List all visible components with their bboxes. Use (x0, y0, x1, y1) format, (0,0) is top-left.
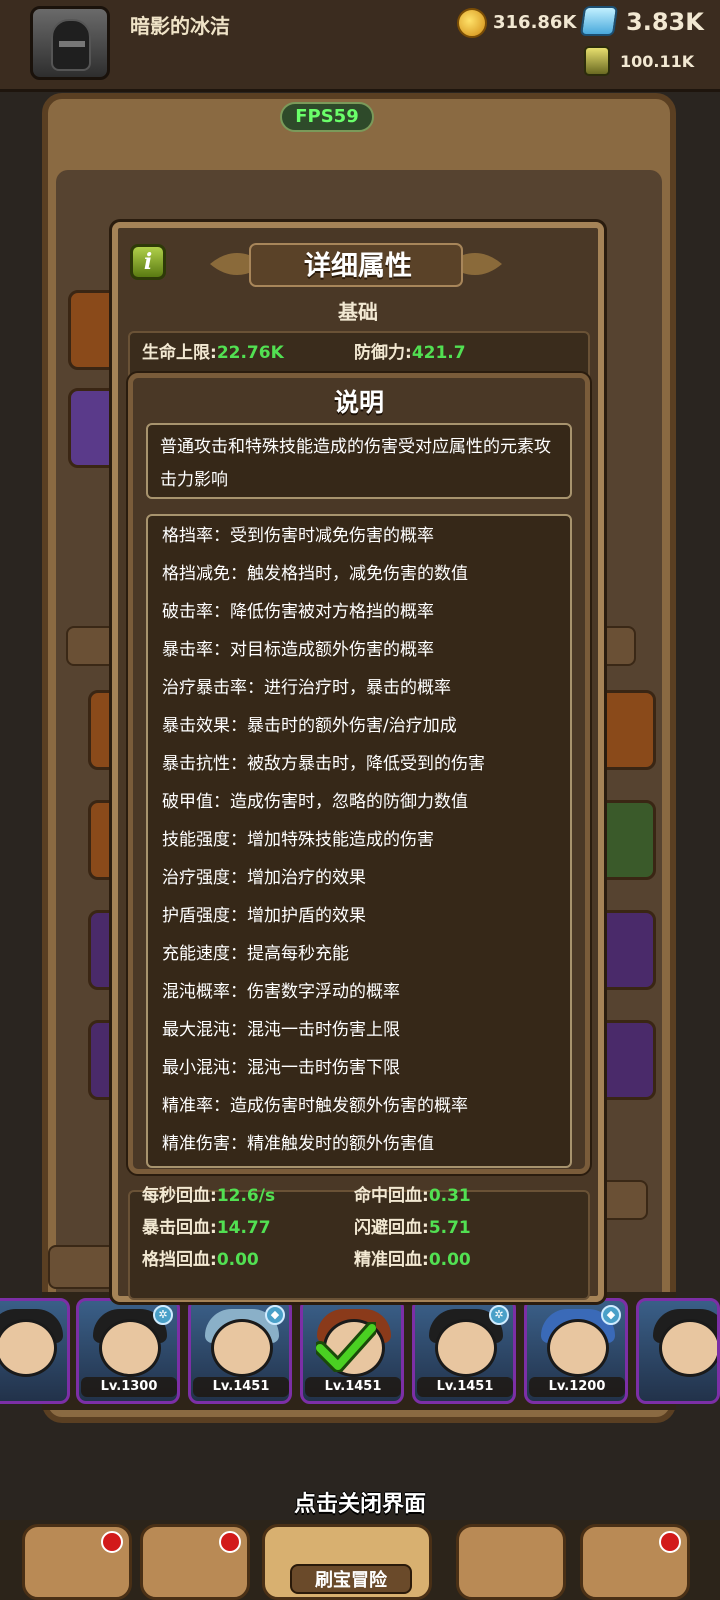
stat-dodge-regen: 闪避回血:5.71 (354, 1213, 471, 1238)
hero-face (211, 1319, 273, 1377)
selected-check-icon (316, 1322, 376, 1372)
stat-defense: 防御力:421.7 (354, 338, 466, 363)
wind-element-icon: ✲ (153, 1305, 173, 1325)
shop-button[interactable] (22, 1524, 132, 1600)
close-hint[interactable]: 点击关闭界面 (0, 1486, 720, 1518)
hero-button[interactable] (140, 1524, 250, 1600)
player-name: 暗影的冰洁 (130, 14, 230, 38)
explanation-list: 格挡率：受到伤害时减免伤害的概率 格挡减免：触发格挡时，减免伤害的数值 破击率：… (146, 514, 572, 1168)
explanation-item: 最大混沌：混沌一击时伤害上限 (162, 1020, 400, 1040)
info-icon[interactable]: i (130, 244, 166, 280)
knight-helmet-icon (51, 19, 91, 71)
stat-value: 421.7 (411, 343, 466, 363)
water-element-icon: ◆ (601, 1305, 621, 1325)
stat-value: 0.31 (428, 1186, 471, 1206)
gem-amount: 3.83K (626, 8, 704, 36)
stat-precision-regen: 精准回血:0.00 (354, 1245, 471, 1270)
hero-level: Lv.1451 (417, 1377, 513, 1397)
stat-label: 防御力: (354, 343, 412, 363)
hero-level: Lv.1451 (193, 1377, 289, 1397)
stat-label: 格挡回血: (142, 1250, 217, 1270)
stat-value: 22.76K (216, 343, 284, 363)
stat-regen-per-sec: 每秒回血:12.6/s (142, 1181, 275, 1206)
stat-label: 闪避回血: (354, 1218, 429, 1238)
section-title: 基础 (338, 300, 378, 324)
explanation-item: 技能强度：增加特殊技能造成的伤害 (162, 830, 434, 850)
stat-value: 12.6/s (216, 1186, 276, 1206)
essence-amount: 100.11K (620, 52, 695, 71)
hero-face (435, 1319, 497, 1377)
hero-level: Lv.1451 (305, 1377, 401, 1397)
hero-card[interactable]: ✲ Lv.1451 (412, 1298, 516, 1404)
fps-counter: FPS59 (280, 102, 374, 132)
hero-level: Lv.1200 (529, 1377, 625, 1397)
notification-dot (659, 1531, 681, 1553)
hero-level: Lv.1300 (81, 1377, 177, 1397)
stat-value: 0.00 (428, 1250, 471, 1270)
stat-label: 命中回血: (354, 1186, 429, 1206)
explanation-item: 充能速度：提高每秒充能 (162, 944, 349, 964)
explanation-item: 最小混沌：混沌一击时伤害下限 (162, 1058, 400, 1078)
stat-value: 14.77 (216, 1218, 271, 1238)
explanation-item: 混沌概率：伤害数字浮动的概率 (162, 982, 400, 1002)
stat-block-regen: 格挡回血:0.00 (142, 1245, 259, 1270)
stat-label: 每秒回血: (142, 1186, 217, 1206)
explanation-intro: 普通攻击和特殊技能造成的伤害受对应属性的元素攻击力影响 (146, 423, 572, 499)
hero-card[interactable]: ◆ Lv.1200 (524, 1298, 628, 1404)
stat-crit-regen: 暴击回血:14.77 (142, 1213, 271, 1238)
explanation-item: 精准率：造成伤害时触发额外伤害的概率 (162, 1096, 468, 1116)
hero-card[interactable] (0, 1298, 70, 1404)
explanation-item: 护盾强度：增加护盾的效果 (162, 906, 366, 926)
explanation-item: 破击率：降低伤害被对方格挡的概率 (162, 602, 434, 622)
explanation-item: 精准伤害：精准触发时的额外伤害值 (162, 1134, 434, 1154)
stat-max-hp: 生命上限:22.76K (142, 338, 284, 363)
hero-card[interactable]: ✲ Lv.1300 (76, 1298, 180, 1404)
wind-element-icon: ✲ (489, 1305, 509, 1325)
stat-hit-regen: 命中回血:0.31 (354, 1181, 471, 1206)
explanation-item: 暴击率：对目标造成额外伤害的概率 (162, 640, 434, 660)
gold-amount: 316.86K (493, 12, 577, 33)
essence-bottle-icon (584, 46, 610, 76)
stat-label: 精准回血: (354, 1250, 429, 1270)
hero-card[interactable]: ◆ Lv.1451 (188, 1298, 292, 1404)
stat-label: 生命上限: (142, 343, 217, 363)
explanation-item: 暴击效果：暴击时的额外伤害/治疗加成 (162, 716, 457, 736)
stat-value: 5.71 (428, 1218, 471, 1238)
inventory-button[interactable] (456, 1524, 566, 1600)
explanation-item: 暴击抗性：被敌方暴击时，降低受到的伤害 (162, 754, 485, 774)
explanation-item: 治疗强度：增加治疗的效果 (162, 868, 366, 888)
water-element-icon: ◆ (265, 1305, 285, 1325)
stat-label: 暴击回血: (142, 1218, 217, 1238)
explanation-item: 治疗暴击率：进行治疗时，暴击的概率 (162, 678, 451, 698)
dialog-title: 详细属性 (304, 251, 412, 282)
explanation-item: 格挡减免：触发格挡时，减免伤害的数值 (162, 564, 468, 584)
hero-card[interactable] (636, 1298, 720, 1404)
hero-face (659, 1319, 717, 1377)
explanation-item: 破甲值：造成伤害时，忽略的防御力数值 (162, 792, 468, 812)
adventure-label: 刷宝冒险 (290, 1564, 412, 1594)
gold-coin-icon (457, 8, 487, 38)
player-avatar[interactable] (30, 6, 110, 80)
explanation-title: 说明 (333, 388, 384, 417)
notification-dot (219, 1531, 241, 1553)
hero-face (99, 1319, 161, 1377)
notification-dot (101, 1531, 123, 1553)
hero-face (0, 1319, 57, 1377)
gem-icon (579, 6, 619, 36)
stat-value: 0.00 (216, 1250, 259, 1270)
hero-face (547, 1319, 609, 1377)
explanation-item: 格挡率：受到伤害时减免伤害的概率 (162, 526, 434, 546)
forge-button[interactable] (580, 1524, 690, 1600)
